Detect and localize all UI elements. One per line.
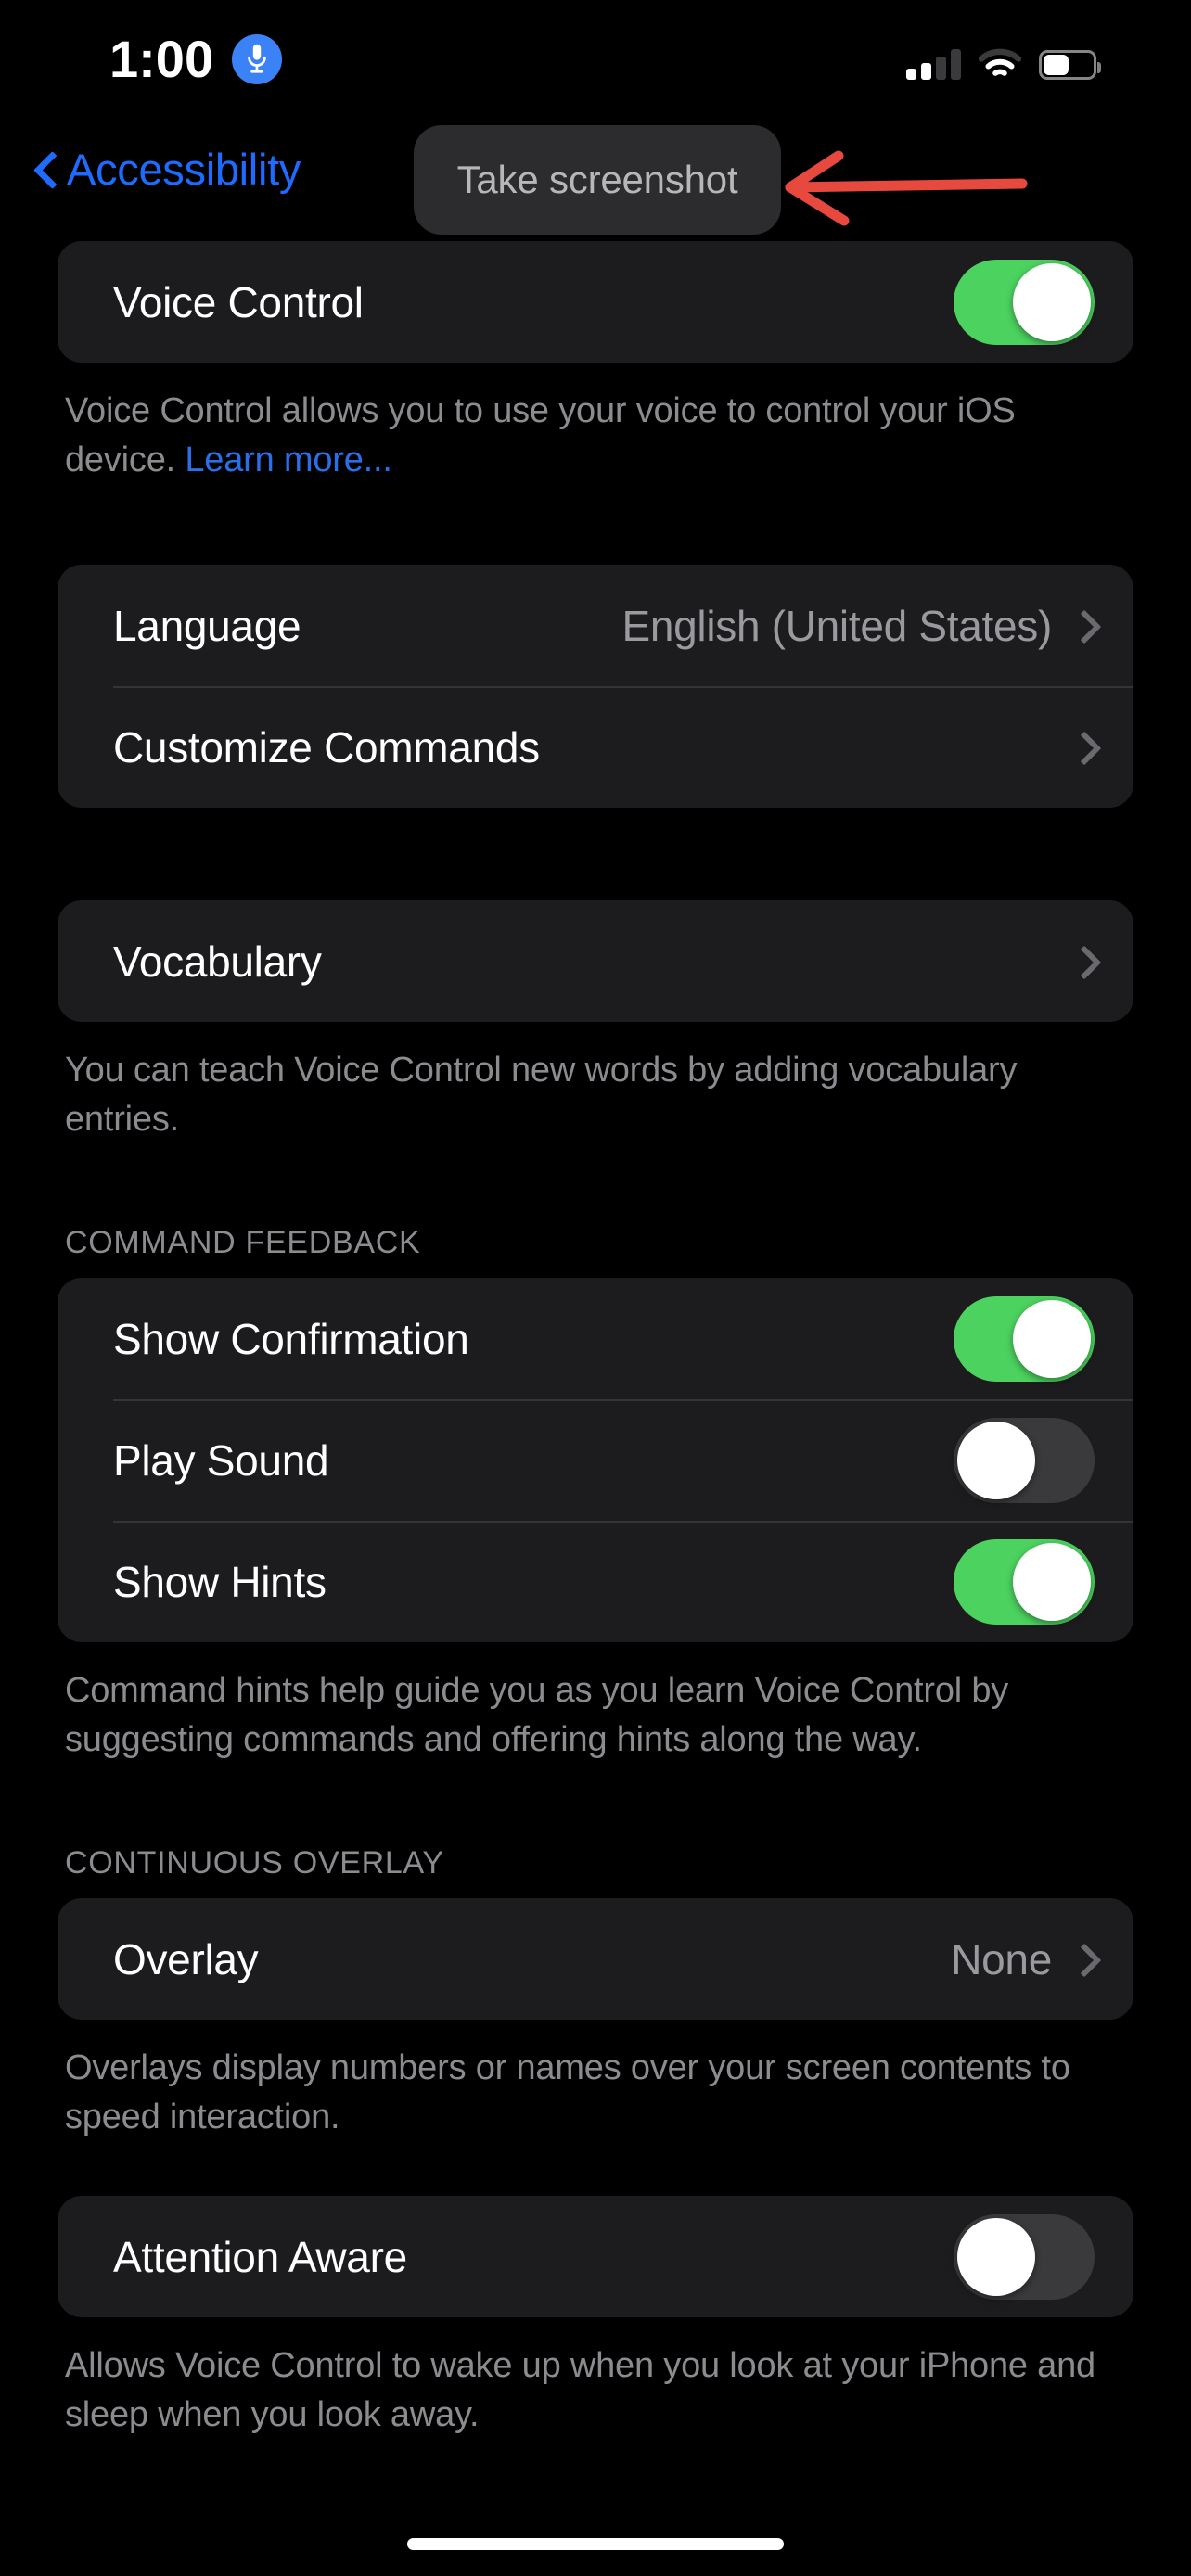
cellular-signal-icon xyxy=(906,48,961,80)
continuous-overlay-footer: Overlays display numbers or names over y… xyxy=(65,2048,1070,2136)
vocabulary-card: Vocabulary xyxy=(58,900,1133,1022)
hint-bubble-label: Take screenshot xyxy=(456,158,738,201)
chevron-right-icon xyxy=(1072,609,1091,643)
chevron-right-icon xyxy=(1072,945,1091,978)
row-label: Language xyxy=(113,601,301,650)
toggle-knob xyxy=(957,2217,1035,2296)
voice-control-card: Voice Control xyxy=(58,241,1133,363)
row-vocabulary[interactable]: Vocabulary xyxy=(58,900,1133,1022)
command-feedback-card: Show Confirmation Play Sound Show Hints xyxy=(58,1278,1133,1642)
show-confirmation-toggle[interactable] xyxy=(954,1295,1095,1382)
battery-icon xyxy=(1039,50,1101,80)
vocabulary-footer: You can teach Voice Control new words by… xyxy=(65,1051,1018,1139)
continuous-overlay-header: CONTINUOUS OVERLAY xyxy=(65,1845,444,1881)
language-value: English (United States) xyxy=(621,601,1052,650)
learn-more-link[interactable]: Learn more... xyxy=(185,440,392,479)
row-show-confirmation[interactable]: Show Confirmation xyxy=(58,1278,1133,1399)
home-indicator[interactable] xyxy=(407,2538,784,2550)
play-sound-toggle[interactable] xyxy=(954,1417,1095,1503)
voice-control-footer: Voice Control allows you to use your voi… xyxy=(58,387,1133,485)
command-feedback-footer: Command hints help guide you as you lear… xyxy=(65,1671,1009,1759)
toggle-knob xyxy=(1013,262,1091,341)
row-attention-aware[interactable]: Attention Aware xyxy=(58,2196,1133,2317)
row-label: Show Confirmation xyxy=(113,1314,469,1363)
status-bar: 1:00 xyxy=(0,0,1191,111)
attention-aware-footer: Allows Voice Control to wake up when you… xyxy=(65,2346,1095,2434)
row-language[interactable]: Language English (United States) xyxy=(58,565,1133,686)
continuous-overlay-card: Overlay None xyxy=(58,1898,1133,2020)
row-label: Voice Control xyxy=(113,277,364,326)
row-overlay[interactable]: Overlay None xyxy=(58,1898,1133,2020)
row-label: Vocabulary xyxy=(113,937,322,986)
row-play-sound[interactable]: Play Sound xyxy=(58,1399,1133,1521)
language-group-card: Language English (United States) Customi… xyxy=(58,565,1133,808)
wifi-icon xyxy=(978,48,1022,80)
row-show-hints[interactable]: Show Hints xyxy=(58,1521,1133,1642)
status-bar-clock: 1:00 xyxy=(109,30,214,88)
iphone-screen: 1:00 Accessibility Take screenshot Voice… xyxy=(0,0,1191,2576)
toggle-knob xyxy=(957,1421,1035,1499)
chevron-right-icon xyxy=(1072,731,1091,764)
voice-control-toggle[interactable] xyxy=(954,259,1095,345)
row-label: Play Sound xyxy=(113,1435,329,1485)
attention-aware-toggle[interactable] xyxy=(954,2213,1095,2300)
back-button-accessibility[interactable]: Accessibility xyxy=(33,147,301,193)
row-label: Attention Aware xyxy=(113,2232,407,2281)
microphone-icon xyxy=(232,34,283,84)
toggle-knob xyxy=(1013,1542,1091,1621)
status-bar-left: 1:00 xyxy=(109,30,283,88)
back-button-label: Accessibility xyxy=(67,145,301,194)
row-label: Show Hints xyxy=(113,1557,327,1606)
overlay-value: None xyxy=(951,1934,1052,1983)
chevron-right-icon xyxy=(1072,1943,1091,1976)
row-customize-commands[interactable]: Customize Commands xyxy=(58,686,1133,808)
chevron-left-icon xyxy=(33,149,58,190)
settings-content: Voice Control Voice Control allows you t… xyxy=(0,241,1191,2440)
show-hints-toggle[interactable] xyxy=(954,1538,1095,1625)
status-bar-right xyxy=(906,41,1101,80)
row-voice-control[interactable]: Voice Control xyxy=(58,241,1133,363)
row-label: Overlay xyxy=(113,1934,259,1983)
take-screenshot-hint-bubble[interactable]: Take screenshot xyxy=(414,125,781,235)
attention-aware-card: Attention Aware xyxy=(58,2196,1133,2317)
toggle-knob xyxy=(1013,1299,1091,1378)
row-label: Customize Commands xyxy=(113,722,540,772)
command-feedback-header: COMMAND FEEDBACK xyxy=(65,1225,421,1260)
battery-fill xyxy=(1044,55,1069,75)
